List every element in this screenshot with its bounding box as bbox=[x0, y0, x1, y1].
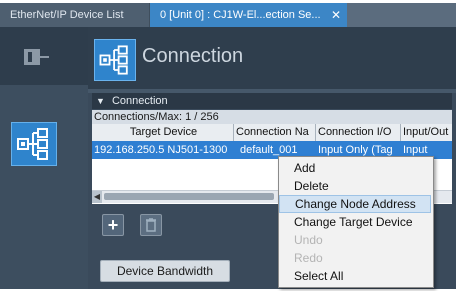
scroll-left-arrow-icon[interactable]: ◀ bbox=[92, 191, 102, 203]
column-header-target-device[interactable]: Target Device bbox=[92, 124, 234, 141]
column-header-connection-name[interactable]: Connection Na bbox=[234, 124, 316, 141]
delete-connection-button[interactable] bbox=[140, 214, 162, 236]
menu-item-select-all[interactable]: Select All bbox=[279, 267, 431, 285]
close-icon[interactable]: ✕ bbox=[331, 3, 341, 27]
menu-item-change-target-device[interactable]: Change Target Device bbox=[279, 213, 431, 231]
menu-item-add[interactable]: Add bbox=[279, 159, 431, 177]
column-header-connection-io[interactable]: Connection I/O bbox=[316, 124, 401, 141]
connection-view-button[interactable] bbox=[11, 122, 57, 166]
device-icon bbox=[24, 49, 49, 65]
connection-section-header[interactable]: ▼ Connection bbox=[92, 93, 452, 109]
device-bandwidth-button[interactable]: Device Bandwidth bbox=[100, 260, 230, 282]
page-title: Connection bbox=[142, 45, 244, 67]
tab-bar: EtherNet/IP Device List 0 [Unit 0] : CJ1… bbox=[0, 3, 456, 27]
app-window: EtherNet/IP Device List 0 [Unit 0] : CJ1… bbox=[0, 0, 456, 291]
menu-item-delete[interactable]: Delete bbox=[279, 177, 431, 195]
tab-device-list[interactable]: EtherNet/IP Device List bbox=[0, 3, 150, 27]
menu-item-change-node-address[interactable]: Change Node Address bbox=[279, 195, 431, 213]
section-label: Connection bbox=[111, 95, 168, 107]
device-button[interactable] bbox=[0, 27, 88, 85]
tab-connection-settings[interactable]: 0 [Unit 0] : CJ1W-El...ection Se... ✕ bbox=[150, 3, 347, 27]
connection-icon bbox=[17, 128, 48, 160]
collapse-triangle-icon: ▼ bbox=[96, 96, 105, 106]
menu-item-redo: Redo bbox=[294, 251, 323, 265]
context-menu: Add Delete Change Node Address Change Ta… bbox=[278, 156, 434, 288]
page-header: Connection bbox=[88, 27, 456, 89]
scrollbar-thumb[interactable] bbox=[104, 193, 274, 200]
connection-icon bbox=[94, 39, 136, 81]
tab-label: EtherNet/IP Device List bbox=[10, 9, 124, 21]
cell-target-device: 192.168.250.5 NJ501-1300 bbox=[94, 144, 228, 156]
table-header: Target Device Connection Na Connection I… bbox=[92, 124, 452, 142]
add-connection-button[interactable]: + bbox=[102, 214, 124, 236]
connections-count: Connections/Max: 1 / 256 bbox=[92, 110, 452, 124]
left-sidebar bbox=[0, 27, 88, 289]
tab-label: 0 [Unit 0] : CJ1W-El...ection Se... bbox=[160, 9, 321, 21]
column-header-input-output[interactable]: Input/Out bbox=[401, 124, 452, 141]
trash-icon bbox=[146, 218, 156, 232]
menu-item-undo: Undo bbox=[294, 233, 323, 247]
